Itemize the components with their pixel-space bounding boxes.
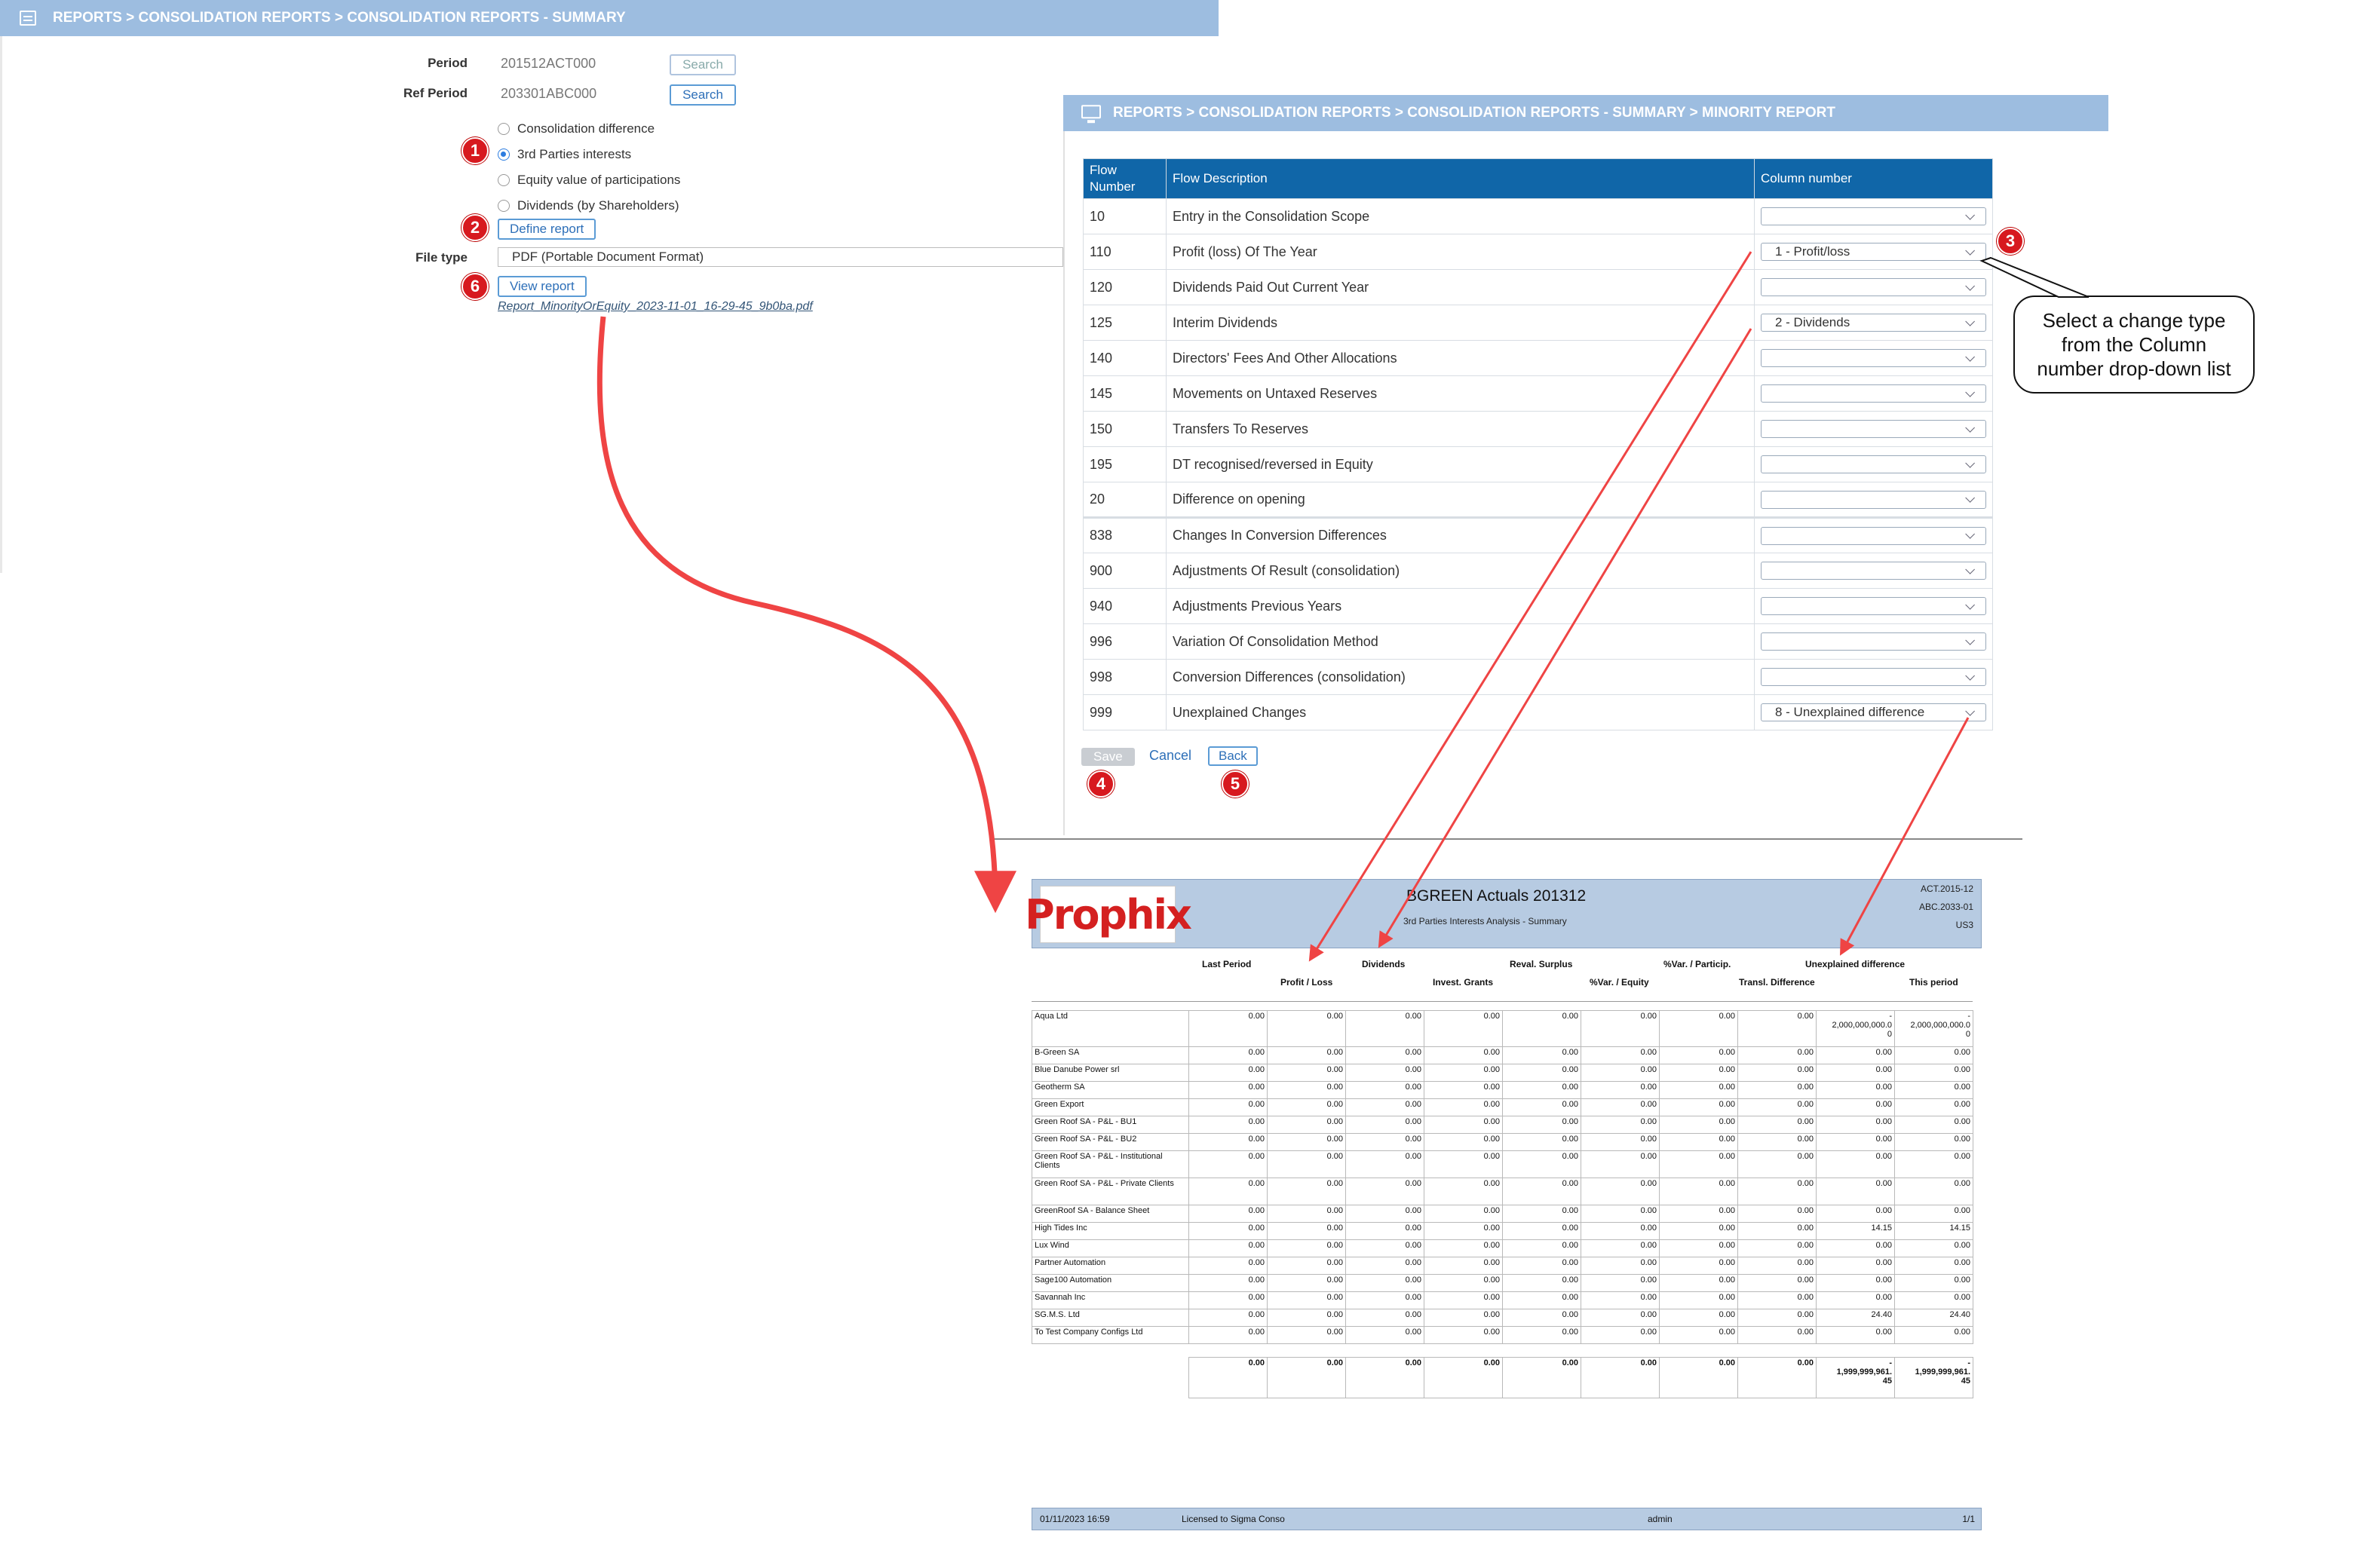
annotation-overlay — [596, 251, 2090, 962]
arrow-unexplained — [1840, 717, 1970, 956]
callout-pointer — [1979, 256, 2090, 298]
arrow-dividends — [1378, 328, 1752, 948]
arrow-view-report-to-pdf — [596, 316, 1016, 914]
arrow-profit-loss — [1308, 251, 1752, 962]
